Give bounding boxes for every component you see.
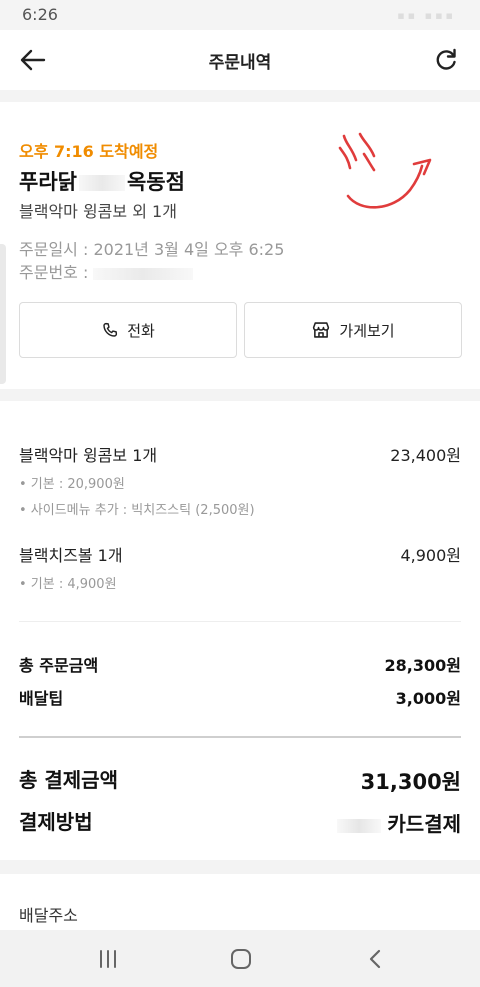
order-detail-screen: 6:26 ▪▪ ▪▪▪ 주문내역 오후 7:16 도착예정 푸라닭 옥동점 블랙악… <box>0 0 480 987</box>
arrival-time: 오후 7:16 도착예정 <box>19 142 159 161</box>
payment-method-text: 카드결제 <box>387 812 461 836</box>
section-gap <box>0 90 480 102</box>
order-date: 주문일시 : 2021년 3월 4일 오후 6:25 <box>19 236 284 260</box>
order-total-value: 28,300원 <box>384 656 461 675</box>
recent-apps-icon <box>100 950 116 968</box>
home-button[interactable] <box>229 948 253 970</box>
order-items-card: 블랙악마 윙콤보 1개 23,400원 • 기본 : 20,900원 • 사이드… <box>0 401 480 860</box>
delivery-tip-value: 3,000원 <box>395 689 461 708</box>
refresh-icon <box>436 48 456 70</box>
menu-summary: 블랙악마 윙콤보 외 1개 <box>19 202 177 221</box>
system-back-button[interactable] <box>364 948 388 970</box>
app-bar: 주문내역 <box>0 30 480 90</box>
call-button-label: 전화 <box>127 321 155 340</box>
redacted-order-number <box>93 267 194 280</box>
redacted-text <box>78 175 125 191</box>
store-name-prefix: 푸라닭 <box>19 170 77 194</box>
delivery-address-label: 배달주소 <box>19 906 78 925</box>
delivery-tip-label: 배달팁 <box>19 689 64 708</box>
view-store-label: 가게보기 <box>339 321 395 340</box>
item-name: 블랙치즈볼 1개 <box>19 546 123 565</box>
call-button[interactable]: 전화 <box>19 302 237 358</box>
order-number: 주문번호 : <box>19 259 194 283</box>
payment-method-label: 결제방법 <box>19 810 93 834</box>
store-name-suffix: 옥동점 <box>126 170 185 194</box>
status-bar: 6:26 ▪▪ ▪▪▪ <box>0 0 480 30</box>
item-option: • 사이드메뉴 추가 : 빅치즈스틱 (2,500원) <box>19 503 255 518</box>
item-price: 23,400원 <box>390 446 461 465</box>
status-time: 6:26 <box>22 5 58 24</box>
page-title: 주문내역 <box>208 53 272 73</box>
status-icons: ▪▪ ▪▪▪ <box>397 9 456 22</box>
home-icon <box>231 949 251 969</box>
system-navigation-bar <box>0 930 480 987</box>
store-name: 푸라닭 옥동점 <box>19 166 185 196</box>
payment-total-value: 31,300원 <box>360 770 461 794</box>
delivery-address-card: 배달주소 <box>0 874 480 930</box>
item-name: 블랙악마 윙콤보 1개 <box>19 446 158 465</box>
edge-panel-handle[interactable] <box>0 244 6 384</box>
divider <box>19 621 461 622</box>
payment-total-label: 총 결제금액 <box>19 768 118 792</box>
item-option: • 기본 : 4,900원 <box>19 577 117 592</box>
order-total-label: 총 주문금액 <box>19 656 99 675</box>
payment-method-value: 카드결제 <box>337 808 461 837</box>
section-gap <box>0 860 480 874</box>
section-gap <box>0 389 480 401</box>
back-chevron-icon <box>369 949 381 969</box>
item-option: • 기본 : 20,900원 <box>19 477 125 492</box>
item-price: 4,900원 <box>400 546 461 565</box>
refresh-button[interactable] <box>432 46 460 74</box>
divider <box>19 736 461 738</box>
phone-icon <box>103 322 118 337</box>
order-date-label: 주문일시 : <box>19 240 94 259</box>
redacted-card-name <box>337 818 382 833</box>
order-date-value: 2021년 3월 4일 오후 6:25 <box>93 240 285 259</box>
order-number-label: 주문번호 : <box>19 263 94 282</box>
store-icon <box>313 322 330 338</box>
hand-drawn-smiley-scribble <box>338 132 432 209</box>
order-summary-card: 오후 7:16 도착예정 푸라닭 옥동점 블랙악마 윙콤보 외 1개 주문일시 :… <box>0 102 480 389</box>
view-store-button[interactable]: 가게보기 <box>244 302 462 358</box>
recent-apps-button[interactable] <box>96 948 120 970</box>
